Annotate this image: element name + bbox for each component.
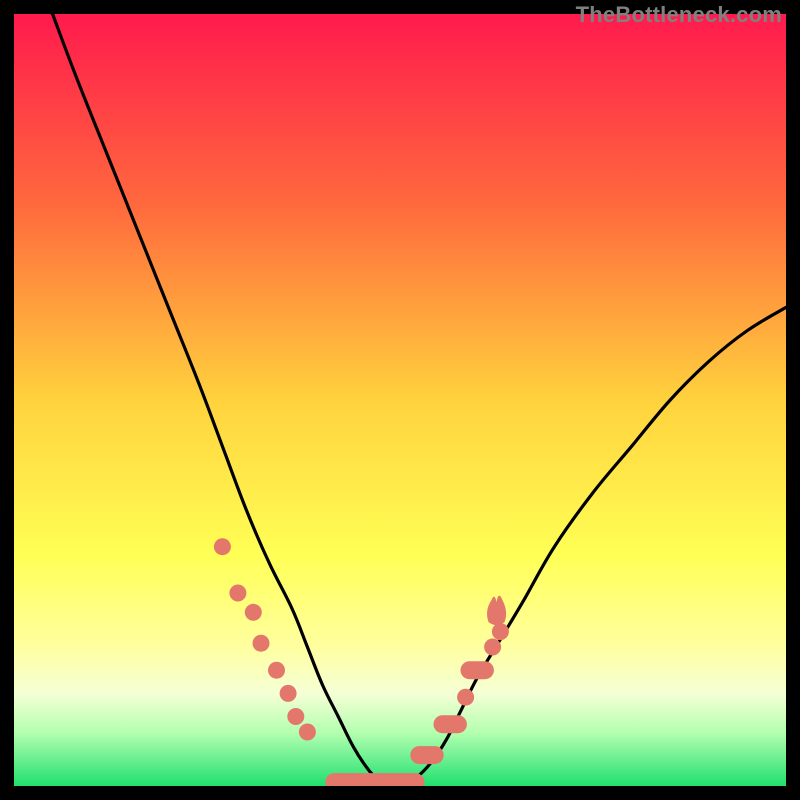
marker-dot xyxy=(287,708,304,725)
marker-dot xyxy=(299,724,316,741)
watermark-text: TheBottleneck.com xyxy=(576,2,782,28)
marker-dot xyxy=(492,623,509,640)
chart-frame xyxy=(14,14,786,786)
marker-dot xyxy=(253,635,270,652)
marker-dot xyxy=(229,585,246,602)
marker-dot xyxy=(280,685,297,702)
marker-dot xyxy=(268,662,285,679)
marker-pill xyxy=(325,773,424,786)
marker-pill xyxy=(434,715,467,733)
bottleneck-chart xyxy=(14,14,786,786)
marker-dot xyxy=(457,689,474,706)
marker-pill xyxy=(410,746,443,764)
marker-dot xyxy=(484,639,501,656)
marker-dot xyxy=(214,538,231,555)
marker-pill xyxy=(461,661,494,679)
marker-dot xyxy=(245,604,262,621)
